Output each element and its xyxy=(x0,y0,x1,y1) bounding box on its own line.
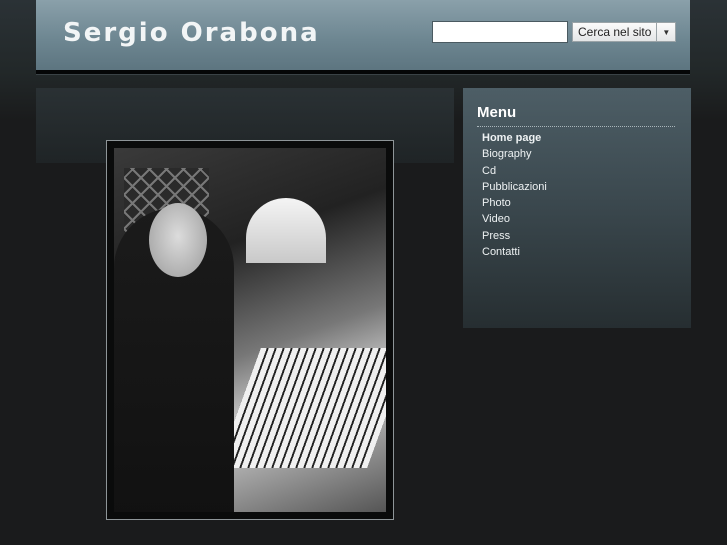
menu-item-biography[interactable]: Biography xyxy=(482,146,547,162)
menu-item-home[interactable]: Home page xyxy=(482,130,547,146)
site-header: Sergio Orabona Cerca nel sito ▼ xyxy=(36,0,690,74)
site-title[interactable]: Sergio Orabona xyxy=(63,18,320,48)
chevron-down-icon[interactable]: ▼ xyxy=(656,23,675,41)
search-button-label: Cerca nel sito xyxy=(578,25,652,39)
photo-window xyxy=(246,198,326,263)
menu-divider xyxy=(477,126,675,127)
menu-item-press[interactable]: Press xyxy=(482,228,547,244)
portrait-photo-frame xyxy=(106,140,394,520)
menu-list: Home page Biography Cd Pubblicazioni Pho… xyxy=(482,130,547,260)
photo-head xyxy=(149,203,207,277)
portrait-photo xyxy=(114,148,386,512)
menu-item-cd[interactable]: Cd xyxy=(482,163,547,179)
photo-organ-keys xyxy=(217,348,386,468)
menu-item-contatti[interactable]: Contatti xyxy=(482,244,547,260)
menu-item-pubblicazioni[interactable]: Pubblicazioni xyxy=(482,179,547,195)
menu-item-video[interactable]: Video xyxy=(482,211,547,227)
sidebar-menu: Menu Home page Biography Cd Pubblicazion… xyxy=(463,88,691,328)
menu-item-photo[interactable]: Photo xyxy=(482,195,547,211)
search-input[interactable] xyxy=(432,21,568,43)
search-button[interactable]: Cerca nel sito ▼ xyxy=(572,22,677,42)
menu-title: Menu xyxy=(477,104,517,121)
